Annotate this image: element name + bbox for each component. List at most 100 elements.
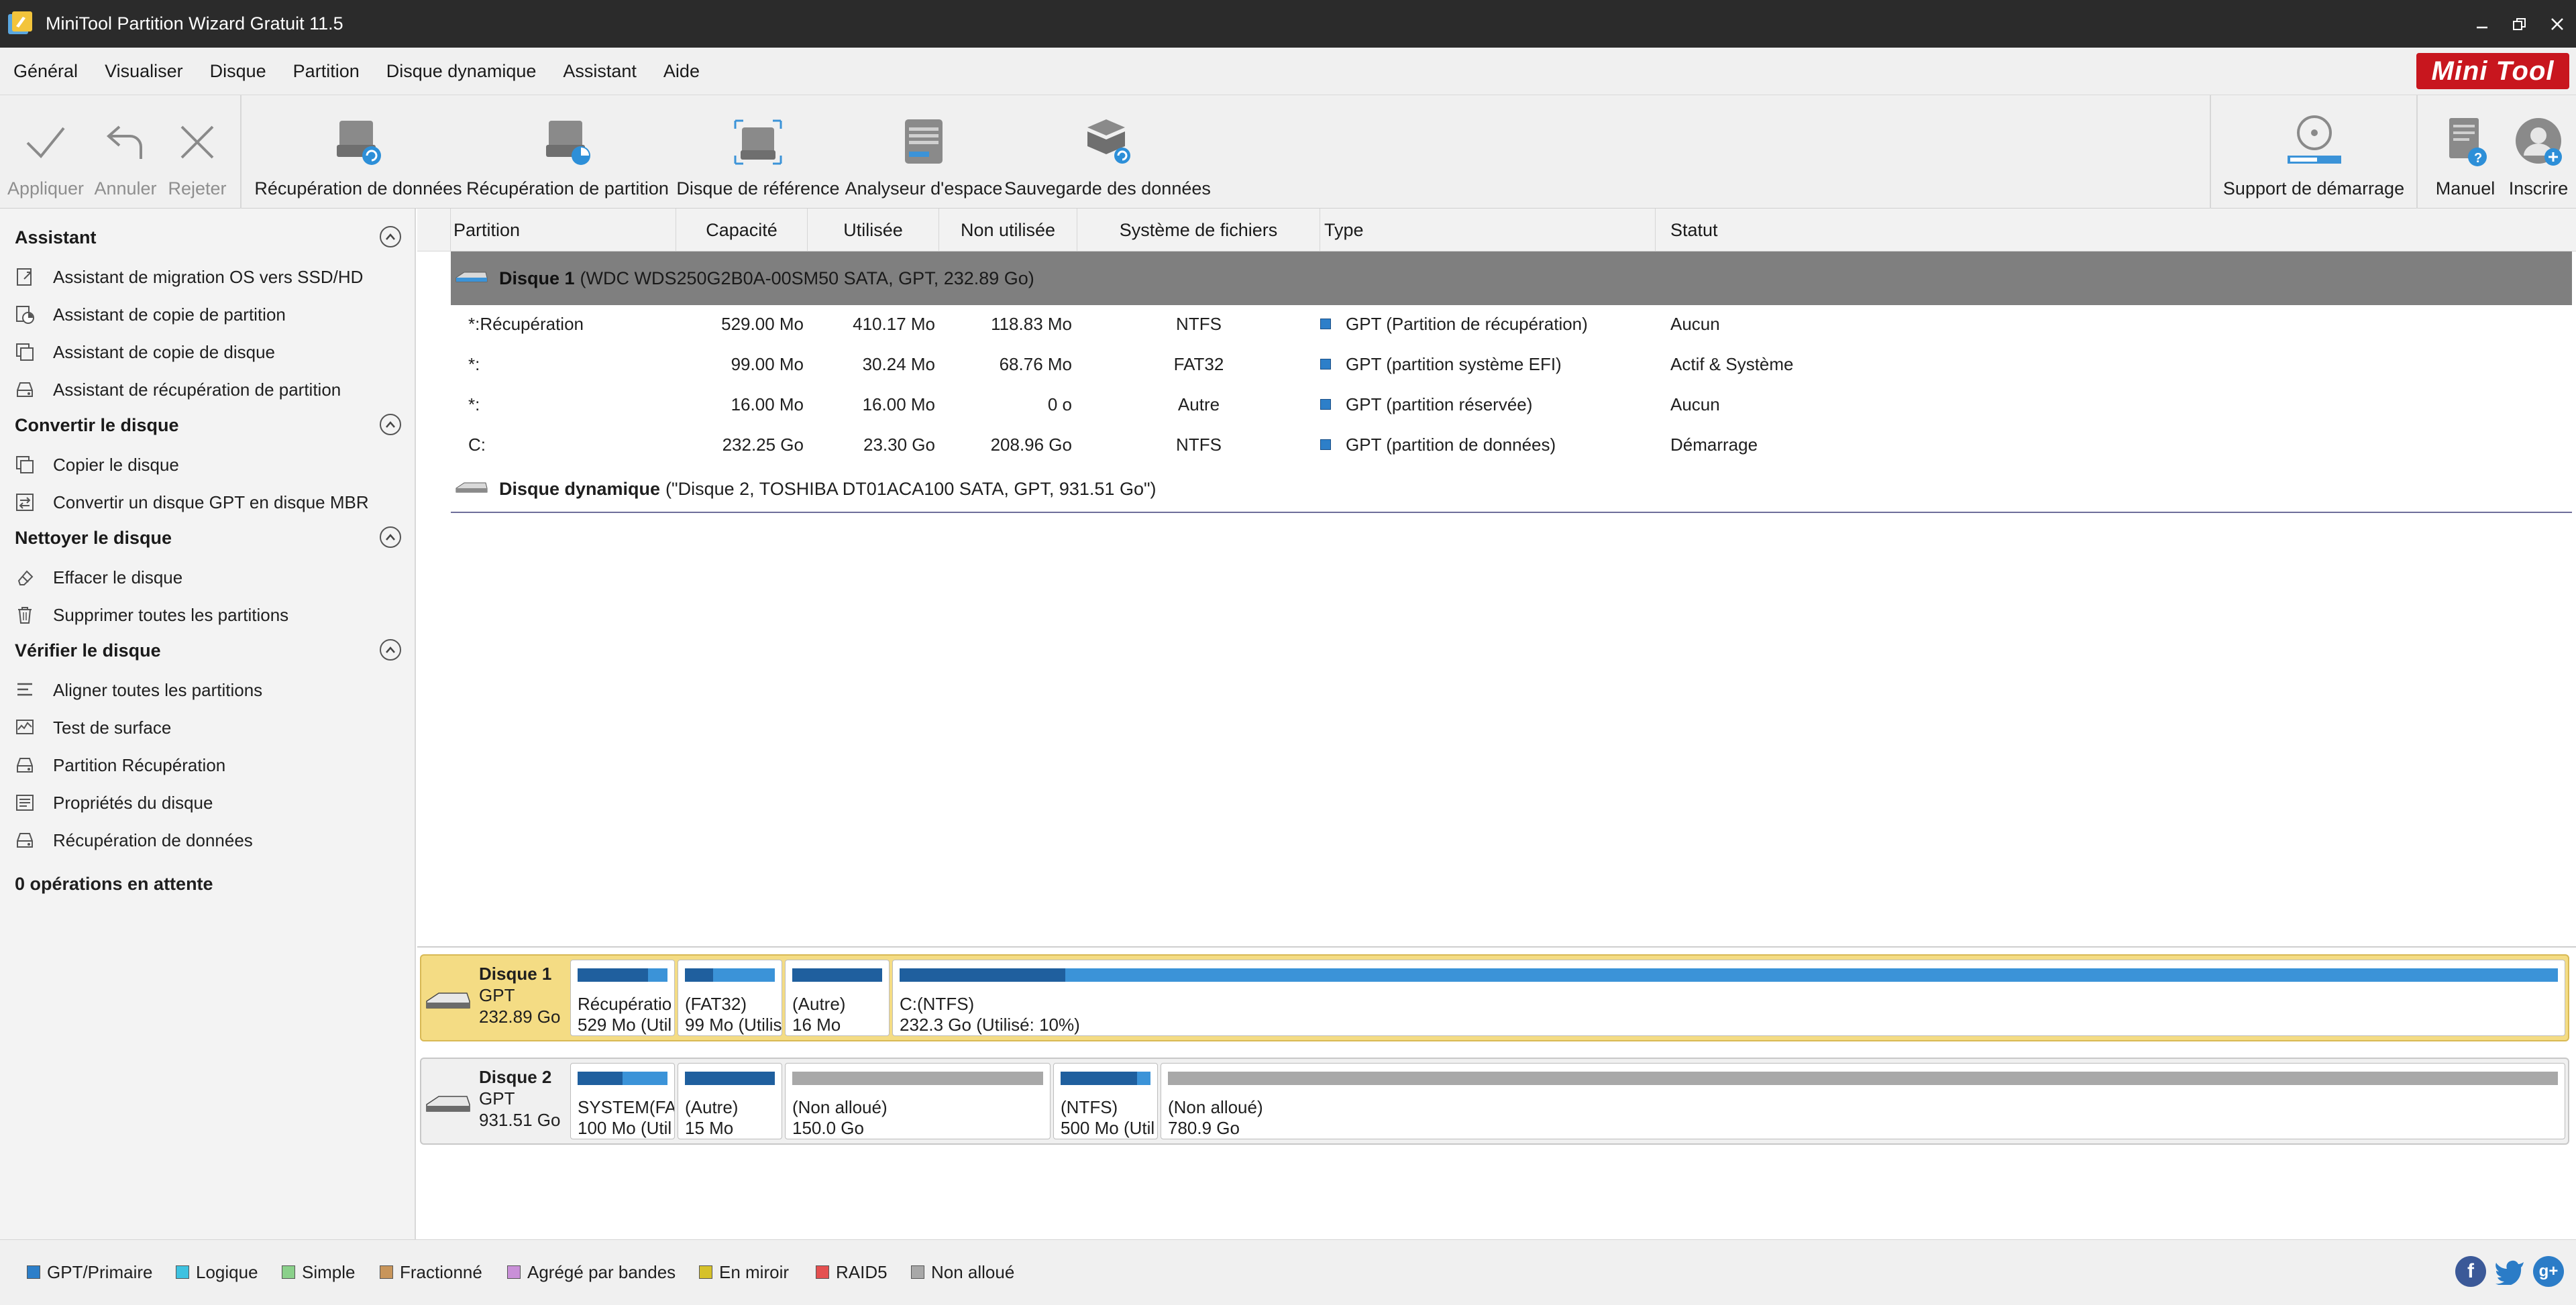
column-header-type[interactable]: Type: [1320, 209, 1656, 251]
sidebar-item-copy-disk-wizard[interactable]: Assistant de copie de disque: [13, 339, 275, 365]
cell-used: 30.24 Mo: [862, 353, 935, 374]
space-analyzer-icon: [896, 115, 952, 169]
register-button[interactable]: Inscrire: [2504, 115, 2573, 199]
disk-1-row[interactable]: Disque 1 (WDC WDS250G2B0A-00SM50 SATA, G…: [451, 251, 2572, 305]
section-title-clean-disk: Nettoyer le disque: [15, 528, 172, 548]
partition-block[interactable]: (Autre) 15 Mo: [678, 1063, 782, 1139]
partition-block[interactable]: Récupératio 529 Mo (Util: [570, 960, 675, 1036]
twitter-icon[interactable]: [2494, 1256, 2525, 1287]
menu-partition[interactable]: Partition: [280, 61, 373, 82]
sidebar-item-wipe-disk[interactable]: Effacer le disque: [13, 564, 182, 591]
undo-button[interactable]: Annuler: [89, 115, 162, 199]
apply-button[interactable]: Appliquer: [5, 115, 86, 199]
toolbar-divider: [240, 95, 241, 209]
discard-button[interactable]: Rejeter: [164, 115, 231, 199]
data-backup-button[interactable]: Sauvegarde des données: [1004, 115, 1211, 199]
space-analyzer-button[interactable]: Analyseur d'espace: [845, 115, 1002, 199]
cell-used: 23.30 Go: [863, 434, 935, 455]
close-button[interactable]: [2538, 0, 2576, 48]
sidebar-item-label: Propriétés du disque: [53, 792, 213, 813]
sidebar-item-align-partitions[interactable]: Aligner toutes les partitions: [13, 677, 262, 703]
partition-block[interactable]: (FAT32) 99 Mo (Utilis: [678, 960, 782, 1036]
apply-label: Appliquer: [7, 178, 85, 198]
discard-label: Rejeter: [168, 178, 227, 198]
table-row[interactable]: *:Récupération 529.00 Mo 410.17 Mo 118.8…: [417, 304, 2576, 344]
cell-filesystem: NTFS: [1176, 434, 1222, 455]
sidebar-item-convert-gpt-mbr[interactable]: Convertir un disque GPT en disque MBR: [13, 489, 369, 516]
disk-map-disk-2[interactable]: Disque 2 GPT 931.51 Go SYSTEM(FAT100 Mo …: [420, 1058, 2569, 1145]
menu-dynamic-disk[interactable]: Disque dynamique: [373, 61, 550, 82]
menu-general[interactable]: Général: [0, 61, 91, 82]
sidebar-item-disk-properties[interactable]: Propriétés du disque: [13, 789, 213, 816]
menu-view[interactable]: Visualiser: [91, 61, 197, 82]
legend-swatch: [816, 1265, 829, 1279]
disk-benchmark-button[interactable]: Disque de référence: [676, 115, 840, 199]
partition-recovery-button[interactable]: Récupération de partition: [466, 115, 669, 199]
legend-swatch: [380, 1265, 393, 1279]
column-header-status[interactable]: Statut: [1656, 209, 2576, 251]
restore-button[interactable]: [2501, 0, 2538, 48]
sidebar-item-partition-recovery-wizard[interactable]: Assistant de récupération de partition: [13, 376, 341, 403]
column-header-partition[interactable]: Partition: [451, 209, 676, 251]
menu-bar: Général Visualiser Disque Partition Disq…: [0, 48, 2576, 95]
facebook-icon[interactable]: f: [2455, 1256, 2486, 1287]
sidebar-item-surface-test[interactable]: Test de surface: [13, 714, 171, 741]
column-header-used[interactable]: Utilisée: [808, 209, 939, 251]
menu-help[interactable]: Aide: [650, 61, 713, 82]
collapse-icon[interactable]: [380, 639, 401, 661]
partition-block-size: 16 Mo: [792, 1015, 841, 1035]
table-row[interactable]: *: 99.00 Mo 30.24 Mo 68.76 Mo FAT32 GPT …: [417, 344, 2576, 384]
toolbar: Appliquer Annuler Rejeter Récupération d…: [0, 95, 2576, 209]
legend-label: En miroir: [719, 1261, 790, 1282]
sidebar-item-copy-disk[interactable]: Copier le disque: [13, 451, 179, 478]
google-plus-icon[interactable]: g+: [2533, 1256, 2564, 1287]
manual-icon: ?: [2440, 115, 2491, 169]
data-recovery-button[interactable]: Récupération de données: [254, 115, 462, 199]
partition-block[interactable]: C:(NTFS) 232.3 Go (Utilisé: 10%): [892, 960, 2565, 1036]
collapse-icon[interactable]: [380, 226, 401, 247]
cell-used: 16.00 Mo: [862, 394, 935, 414]
partition-block[interactable]: (NTFS) 500 Mo (Util: [1053, 1063, 1158, 1139]
minimize-button[interactable]: [2463, 0, 2501, 48]
column-header-filesystem[interactable]: Système de fichiers: [1077, 209, 1320, 251]
column-header-unused[interactable]: Non utilisée: [939, 209, 1077, 251]
table-row[interactable]: *: 16.00 Mo 16.00 Mo 0 o Autre GPT (part…: [417, 384, 2576, 424]
dynamic-disk-row[interactable]: Disque dynamique ("Disque 2, TOSHIBA DT0…: [451, 466, 2572, 513]
bootable-media-button[interactable]: Support de démarrage: [2223, 115, 2404, 199]
sidebar-item-label: Test de surface: [53, 717, 172, 738]
sidebar-item-migrate-os[interactable]: Assistant de migration OS vers SSD/HD: [13, 264, 363, 290]
menu-wizard[interactable]: Assistant: [549, 61, 650, 82]
sidebar-item-data-recovery[interactable]: Récupération de données: [13, 827, 253, 854]
usage-bar: [685, 968, 775, 982]
partition-block-label: Récupératio: [578, 994, 672, 1014]
cell-partition: C:: [468, 434, 486, 455]
collapse-icon[interactable]: [380, 526, 401, 548]
sidebar-item-copy-partition-wizard[interactable]: Assistant de copie de partition: [13, 301, 286, 328]
disk-map-name: Disque 2: [479, 1067, 552, 1087]
legend-swatch: [911, 1265, 924, 1279]
partition-block[interactable]: SYSTEM(FAT100 Mo (Util: [570, 1063, 675, 1139]
sidebar-item-label: Assistant de migration OS vers SSD/HD: [53, 266, 364, 287]
hard-drive-icon: [13, 754, 36, 777]
sidebar-item-partition-recovery[interactable]: Partition Récupération: [13, 752, 225, 779]
legend-label: Agrégé par bandes: [527, 1261, 676, 1282]
legend-swatch: [507, 1265, 521, 1279]
partition-block[interactable]: (Non alloué) 780.9 Go: [1161, 1063, 2565, 1139]
partition-block[interactable]: (Autre) 16 Mo: [785, 960, 890, 1036]
menu-disk[interactable]: Disque: [197, 61, 280, 82]
partition-table: Partition Capacité Utilisée Non utilisée…: [417, 209, 2576, 946]
manual-button[interactable]: ? Manuel: [2430, 115, 2501, 199]
legend-label: Logique: [196, 1261, 258, 1282]
legend-swatch: [282, 1265, 295, 1279]
title-bar: MiniTool Partition Wizard Gratuit 11.5: [0, 0, 2576, 48]
legend-item: Fractionné: [380, 1259, 482, 1286]
usage-bar: [1061, 1072, 1150, 1085]
table-row[interactable]: C: 232.25 Go 23.30 Go 208.96 Go NTFS GPT…: [417, 424, 2576, 465]
sidebar-item-delete-all-partitions[interactable]: Supprimer toutes les partitions: [13, 602, 288, 628]
disk-1-description: (WDC WDS250G2B0A-00SM50 SATA, GPT, 232.8…: [580, 268, 1034, 288]
legend-item: GPT/Primaire: [27, 1259, 152, 1286]
disk-map-disk-1[interactable]: Disque 1 GPT 232.89 Go Récupératio 529 Mo…: [420, 954, 2569, 1041]
partition-block[interactable]: (Non alloué) 150.0 Go: [785, 1063, 1051, 1139]
column-header-capacity[interactable]: Capacité: [676, 209, 808, 251]
collapse-icon[interactable]: [380, 414, 401, 435]
